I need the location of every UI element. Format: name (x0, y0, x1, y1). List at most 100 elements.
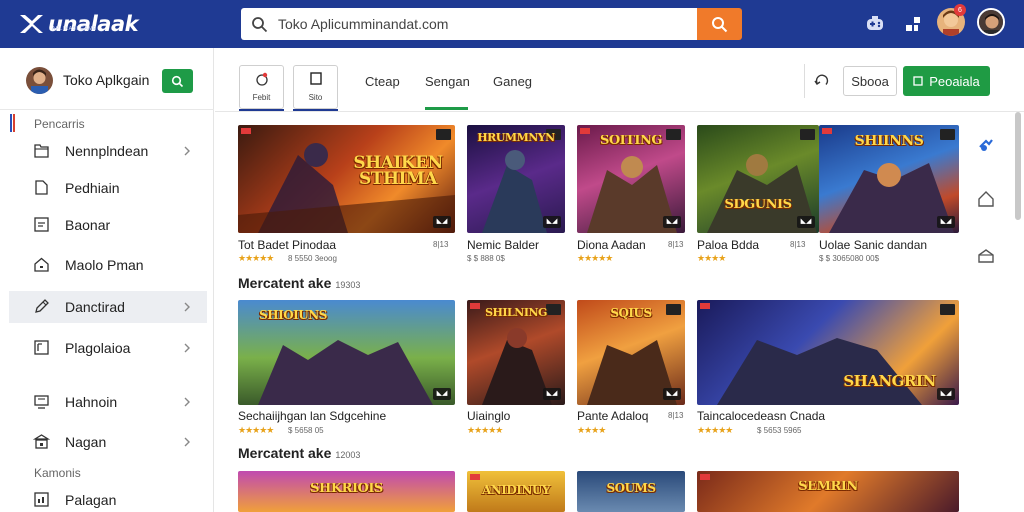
document-icon (35, 180, 48, 195)
card-rating-badge: ◣◢ (543, 388, 561, 400)
tab-cheap[interactable]: Cteap (365, 74, 400, 89)
game-meta: $ $ 3065080 00$ (819, 254, 880, 263)
game-card-9[interactable]: SHANGRIN ◣◢ (697, 300, 959, 405)
game-name[interactable]: Tot Badet Pinodaa (238, 238, 336, 252)
tab-games[interactable]: Ganeg (493, 74, 532, 89)
logo-subtitle: APLIKASI GAME (52, 26, 97, 32)
sidebar-item-label: Nennplndean (65, 143, 149, 159)
refresh-icon[interactable] (813, 72, 831, 90)
sidebar-item-8[interactable]: Nagan (9, 426, 207, 458)
game-art-title: SHAIKEN STHIMA (353, 155, 443, 188)
toolbar-divider (804, 64, 805, 98)
sidebar-item-5[interactable]: Danctirad (9, 291, 207, 323)
notification-badge: 6 (954, 4, 966, 16)
sidebar-item-label: Plagolaioa (65, 340, 131, 356)
chevron-right-icon (184, 302, 190, 312)
game-name[interactable]: Pante Adaloq (577, 409, 648, 423)
tab-sengan[interactable]: Sengan (425, 74, 470, 89)
chevron-right-icon (184, 146, 190, 156)
puzzle-icon[interactable] (899, 10, 927, 38)
tab-site[interactable]: Sito (293, 65, 338, 109)
sidebar-item-2[interactable]: Pedhiain (9, 172, 207, 204)
bank-icon (33, 434, 50, 449)
install-button[interactable]: Peoaiala (903, 66, 990, 96)
game-card-10[interactable]: SHKRIOIS (238, 471, 455, 512)
gamepad-icon[interactable] (861, 10, 889, 38)
page-icon (34, 340, 49, 355)
game-name[interactable]: Nemic Balder (467, 238, 539, 252)
sidebar-search-button[interactable] (162, 69, 193, 93)
game-name[interactable]: Uiainglo (467, 409, 510, 423)
game-card-7[interactable]: SHILNING ◣◢ (467, 300, 565, 405)
home-outline-icon[interactable] (976, 189, 996, 209)
sidebar-item-3[interactable]: Baonar (9, 209, 207, 241)
game-name[interactable]: Taincalocedeasn Cnada (697, 409, 825, 423)
sidebar-item-9[interactable]: Palagan (9, 484, 207, 512)
filter-button[interactable]: Sbooa (843, 66, 897, 96)
chevron-right-icon (184, 343, 190, 353)
game-art-title: SEMRIN (798, 481, 858, 494)
game-name[interactable]: Diona Aadan (577, 238, 646, 252)
card-badge (800, 129, 815, 140)
game-card-13[interactable]: SEMRIN (697, 471, 959, 512)
game-name[interactable]: Paloa Bdda (697, 238, 759, 252)
card-rating-badge: ◣◢ (797, 216, 815, 228)
sidebar-item-1[interactable]: Nennplndean (9, 135, 207, 167)
folder-icon (34, 144, 49, 158)
sidebar-avatar[interactable] (26, 67, 53, 94)
game-rating: ★★★★★ (577, 253, 613, 263)
sidebar: Toko Aplkgain Pencarris Nennplndean Pedh… (0, 48, 214, 512)
card-badge (436, 129, 451, 140)
card-flag (822, 128, 832, 134)
game-art-title: SHANGRIN (843, 374, 936, 389)
sidebar-item-4[interactable]: Maolo Pman (9, 249, 207, 281)
game-card-2[interactable]: HRUMMNYN ◣◢ (467, 125, 565, 233)
search-box (241, 8, 697, 40)
game-name[interactable]: Uolae Sanic dandan (819, 238, 927, 252)
rocket-icon (256, 72, 268, 86)
game-art-title: ANIDINUY (482, 485, 550, 497)
tab-featured-label: Febit (252, 93, 271, 102)
game-card-6[interactable]: SHIOIUNS ◣◢ (238, 300, 455, 405)
app-logo[interactable]: unalaak (18, 9, 139, 39)
pencil-icon (35, 299, 49, 313)
game-card-5[interactable]: SHIINNS ◣◢ (819, 125, 959, 233)
sidebar-section-label: Kamonis (34, 466, 81, 480)
sidebar-header: Toko Aplkgain (0, 48, 214, 110)
game-card-1[interactable]: SHAIKEN STHIMA ◣◢ (238, 125, 455, 233)
scrollbar[interactable] (1015, 112, 1021, 220)
profile-avatar[interactable] (977, 8, 1005, 36)
share-icon[interactable] (976, 135, 996, 155)
square-icon (310, 72, 322, 85)
game-rating: ★★★★ (697, 253, 726, 263)
game-card-3[interactable]: SOITING ◣◢ (577, 125, 685, 233)
game-card-12[interactable]: SOUMS (577, 471, 685, 512)
search-input[interactable] (278, 16, 678, 32)
sidebar-item-7[interactable]: Hahnoin (9, 386, 207, 418)
search-icon (171, 75, 184, 87)
search-button[interactable] (697, 8, 742, 40)
grid-icon (34, 217, 49, 232)
chart-icon (34, 492, 49, 507)
game-card-4[interactable]: SDGUNIS ◣◢ (697, 125, 819, 233)
chevron-right-icon (184, 397, 190, 407)
game-art-title: SHIOIUNS (259, 310, 327, 322)
game-card-11[interactable]: ANIDINUY (467, 471, 565, 512)
game-art (717, 338, 922, 405)
game-art-title: SOUMS (606, 483, 656, 495)
game-name[interactable]: Sechaiijhgan lan Sdgcehine (238, 409, 386, 423)
sidebar-item-6[interactable]: Plagolaioa (9, 332, 207, 364)
game-rating: ★★★★★ (467, 425, 503, 435)
sidebar-item-label: Maolo Pman (65, 257, 144, 273)
house-outline-icon[interactable] (976, 246, 996, 266)
card-rating-badge: ◣◢ (663, 388, 681, 400)
game-size: 8|13 (668, 240, 684, 249)
tab-active-indicator (425, 107, 468, 110)
game-card-8[interactable]: SQIUS ◣◢ (577, 300, 685, 405)
chevron-right-icon (184, 437, 190, 447)
tab-featured[interactable]: Febit (239, 65, 284, 109)
game-art-title: SHILNING (485, 308, 547, 319)
card-flag (241, 128, 251, 134)
monitor-icon (34, 395, 49, 409)
section-title: Mercatent ake 12003 (238, 445, 361, 461)
